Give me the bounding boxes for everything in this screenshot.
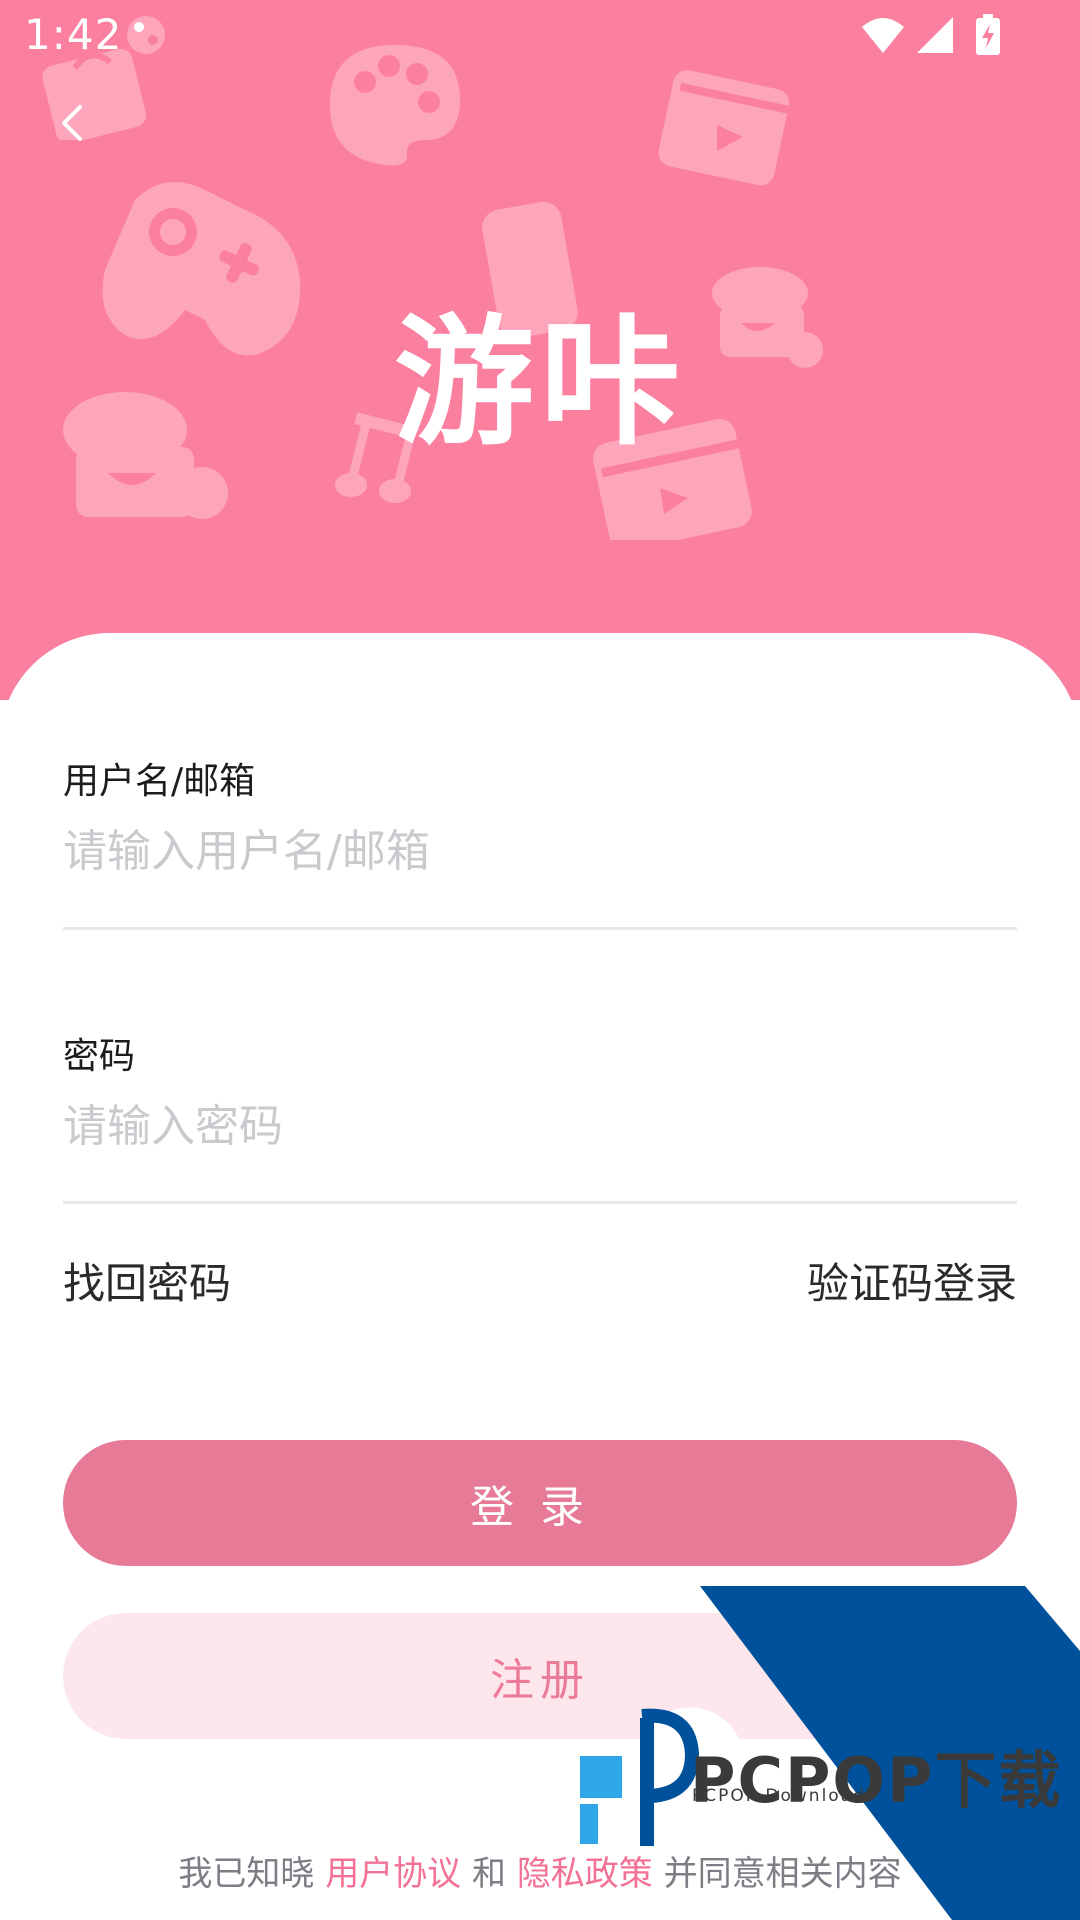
agreement-prefix: 我已知晓 [178,1854,315,1894]
status-icons [860,14,1002,56]
auth-links-row: 找回密码 验证码登录 [63,1250,1017,1311]
username-field: 用户名/邮箱 [63,752,1017,877]
video-card-icon [658,70,790,186]
app-title: 游咔 [393,302,686,465]
password-label: 密码 [63,1036,136,1077]
agreement-and: 和 [472,1854,506,1894]
username-label: 用户名/邮箱 [63,761,256,802]
back-arrow-icon [62,105,82,141]
username-input[interactable] [63,826,1017,877]
watermark-brand: PCPOP下载 [690,1744,1063,1817]
hero-header: 游咔 [0,0,1080,700]
watermark-sub: PCPOP Download [692,1786,866,1806]
password-field: 密码 [63,1027,1017,1152]
status-bar: 1:42 [0,0,1080,72]
code-login-link[interactable]: 验证码登录 [807,1250,1017,1311]
wifi-icon [861,18,904,53]
notification-icon [127,16,165,54]
back-button[interactable] [46,98,96,148]
password-divider [63,1201,1017,1204]
login-button[interactable]: 登录 [63,1440,1017,1566]
forgot-password-link[interactable]: 找回密码 [63,1250,231,1311]
password-input[interactable] [63,1101,1017,1152]
status-time: 1:42 [24,10,123,59]
user-agreement-link[interactable]: 用户协议 [325,1854,461,1894]
battery-charging-icon [976,14,1000,55]
username-divider [63,927,1017,930]
cell-signal-icon [916,17,953,53]
